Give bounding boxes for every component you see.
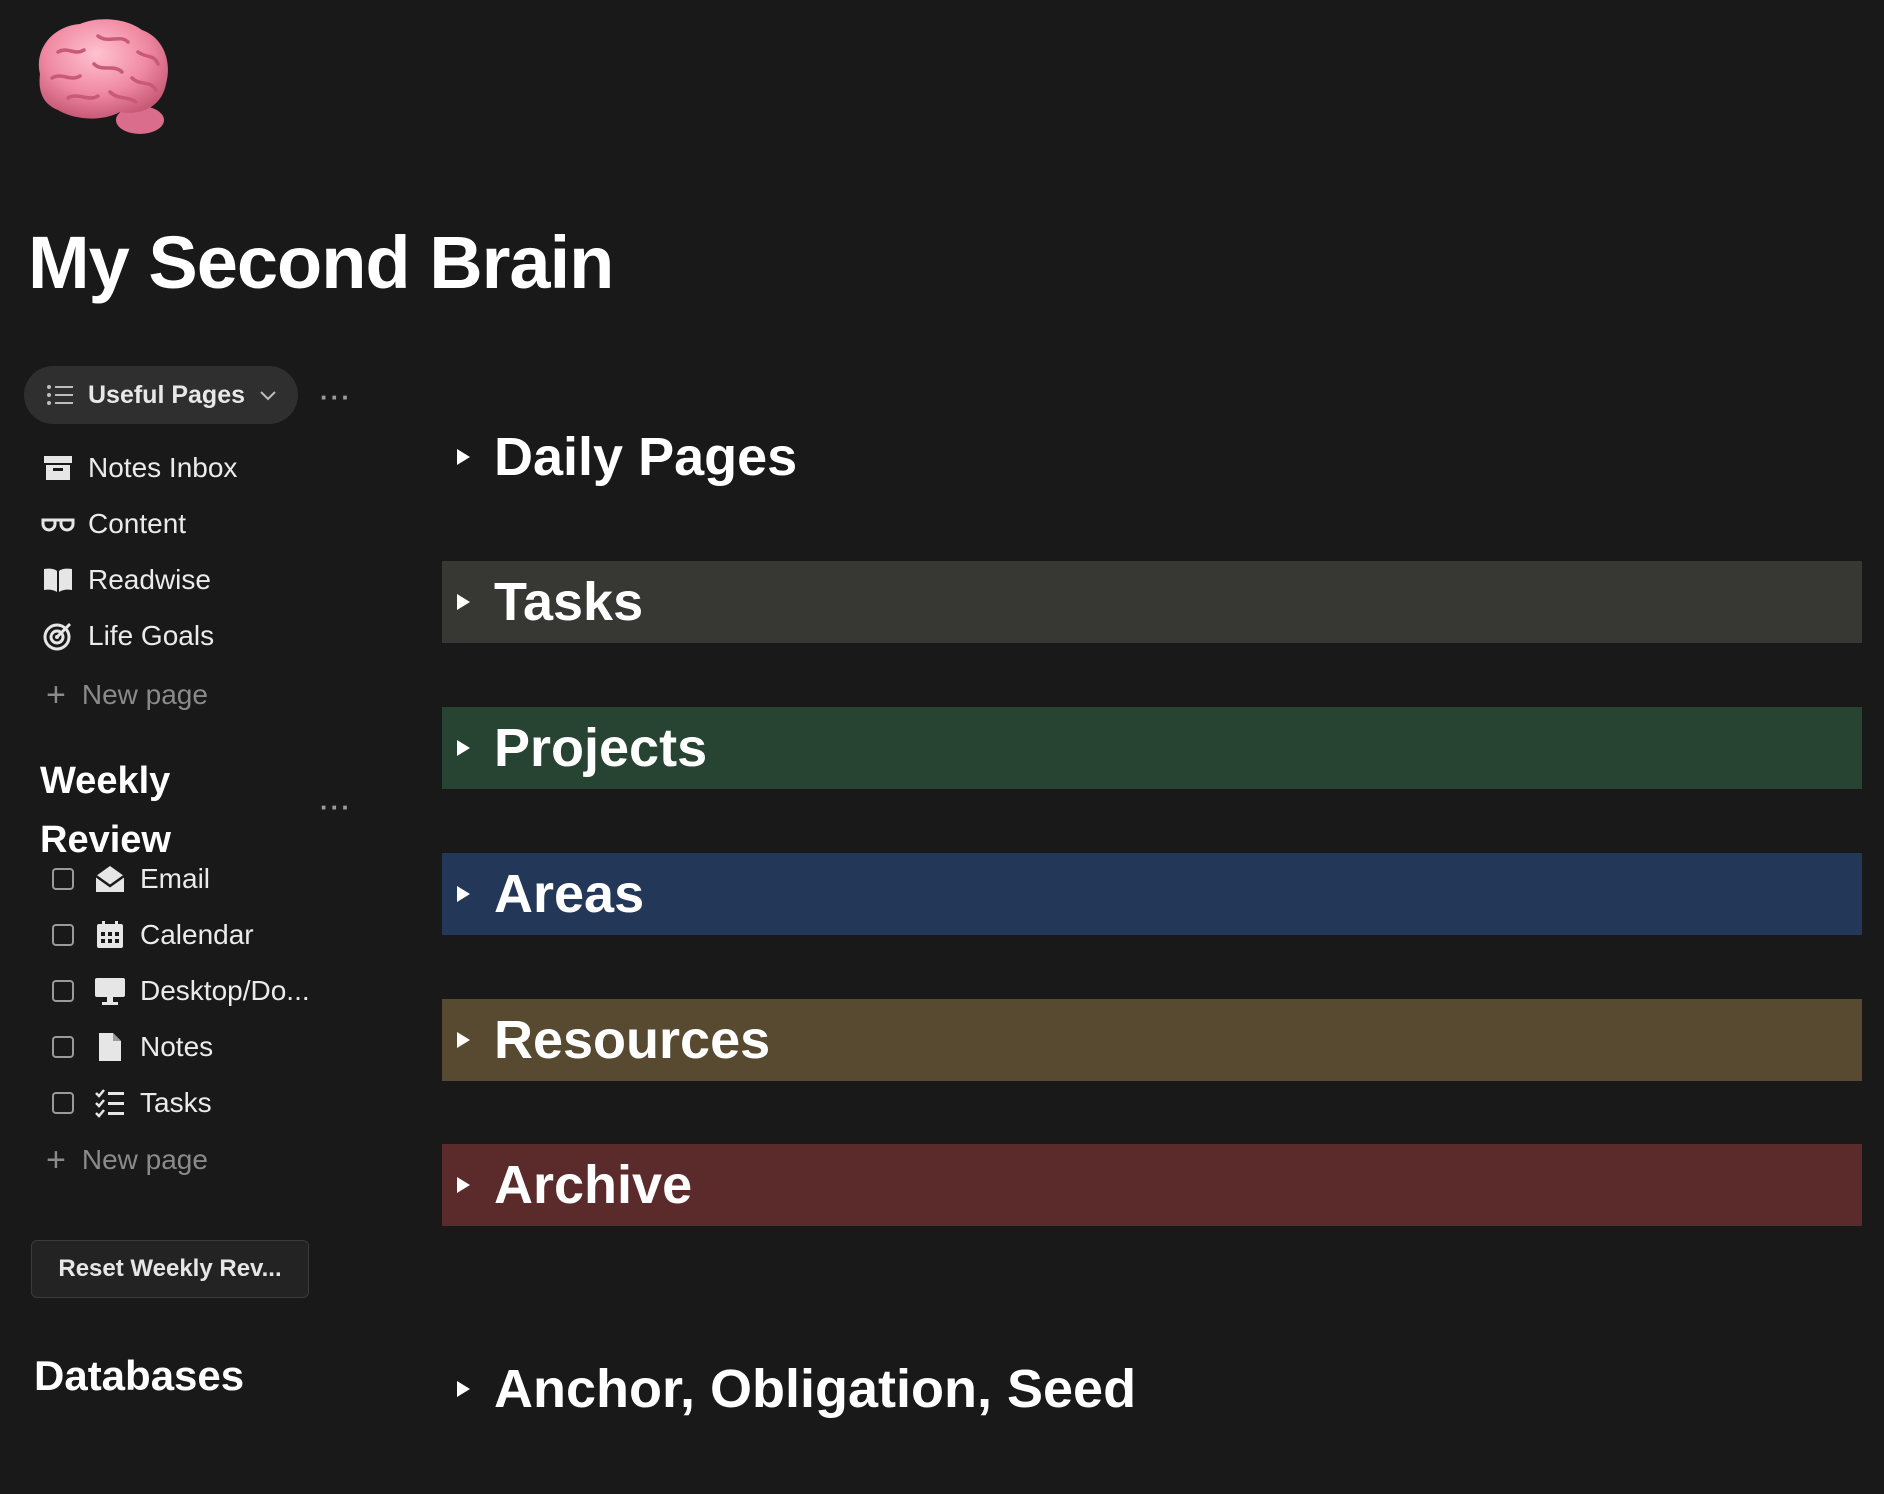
checklist-item-email[interactable]: Email bbox=[52, 851, 310, 907]
weekly-review-new-page-button[interactable]: + New page bbox=[46, 1143, 208, 1177]
toggle-anchor-obligation-seed[interactable]: Anchor, Obligation, Seed bbox=[442, 1348, 1862, 1430]
toggle-label: Resources bbox=[494, 1010, 771, 1070]
sidebar-item-label: Life Goals bbox=[88, 620, 215, 651]
new-page-label: New page bbox=[81, 679, 208, 710]
toggle-arrow-icon[interactable] bbox=[457, 1177, 470, 1193]
toggle-resources[interactable]: Resources bbox=[442, 999, 1862, 1081]
target-icon bbox=[40, 618, 76, 654]
checkbox[interactable] bbox=[52, 868, 74, 890]
checklist-item-label: Email bbox=[140, 863, 211, 894]
chevron-down-icon bbox=[260, 391, 276, 401]
toggle-label: Tasks bbox=[494, 572, 644, 632]
toggle-arrow-icon[interactable] bbox=[457, 740, 470, 756]
checklist-item-label: Calendar bbox=[140, 919, 254, 950]
useful-pages-list: Notes Inbox Content Readwise Life Goals bbox=[40, 440, 237, 664]
toggle-projects[interactable]: Projects bbox=[442, 707, 1862, 789]
toggle-arrow-icon[interactable] bbox=[457, 594, 470, 610]
brain-icon[interactable] bbox=[28, 12, 174, 136]
glasses-icon bbox=[40, 506, 76, 542]
checkbox[interactable] bbox=[52, 1036, 74, 1058]
toggle-tasks[interactable]: Tasks bbox=[442, 561, 1862, 643]
databases-heading[interactable]: Databases bbox=[34, 1352, 244, 1400]
calendar-icon bbox=[92, 917, 128, 953]
checklist-item-calendar[interactable]: Calendar bbox=[52, 907, 310, 963]
view-more-options-button[interactable]: ··· bbox=[320, 384, 352, 410]
toggle-arrow-icon[interactable] bbox=[457, 1032, 470, 1048]
plus-icon: + bbox=[46, 676, 66, 714]
checklist-item-tasks[interactable]: Tasks bbox=[52, 1075, 310, 1131]
weekly-review-checklist: Email Calendar Desktop/Do... Notes Tasks bbox=[52, 851, 310, 1131]
page-title[interactable]: My Second Brain bbox=[28, 220, 614, 305]
checkbox[interactable] bbox=[52, 924, 74, 946]
notion-page: My Second Brain Useful Pages ··· Notes I… bbox=[0, 0, 1884, 1494]
book-icon bbox=[40, 562, 76, 598]
toggle-areas[interactable]: Areas bbox=[442, 853, 1862, 935]
toggle-label: Archive bbox=[494, 1155, 693, 1215]
checkbox[interactable] bbox=[52, 1092, 74, 1114]
sidebar-item-content[interactable]: Content bbox=[40, 496, 237, 552]
new-page-button[interactable]: + New page bbox=[46, 678, 208, 712]
document-icon bbox=[92, 1029, 128, 1065]
sidebar-item-readwise[interactable]: Readwise bbox=[40, 552, 237, 608]
sidebar-item-label: Notes Inbox bbox=[88, 452, 238, 483]
checklist-item-notes[interactable]: Notes bbox=[52, 1019, 310, 1075]
view-selector-button[interactable]: Useful Pages bbox=[24, 366, 298, 424]
toggle-label: Daily Pages bbox=[494, 427, 798, 487]
envelope-icon bbox=[92, 861, 128, 897]
checklist-item-label: Tasks bbox=[140, 1087, 212, 1118]
checkbox[interactable] bbox=[52, 980, 74, 1002]
weekly-review-more-options-button[interactable]: ··· bbox=[320, 794, 352, 820]
toggle-arrow-icon[interactable] bbox=[457, 1381, 470, 1397]
new-page-label: New page bbox=[81, 1144, 208, 1175]
archive-box-icon bbox=[40, 450, 76, 486]
sidebar-item-label: Content bbox=[88, 508, 187, 539]
sidebar-item-label: Readwise bbox=[88, 564, 211, 595]
checklist-item-desktop[interactable]: Desktop/Do... bbox=[52, 963, 310, 1019]
sidebar-item-life-goals[interactable]: Life Goals bbox=[40, 608, 237, 664]
toggle-label: Anchor, Obligation, Seed bbox=[494, 1359, 1137, 1419]
sidebar-item-notes-inbox[interactable]: Notes Inbox bbox=[40, 440, 237, 496]
toggle-label: Areas bbox=[494, 864, 645, 924]
checklist-item-label: Desktop/Do... bbox=[140, 975, 310, 1006]
checklist-icon bbox=[92, 1085, 128, 1121]
checklist-item-label: Notes bbox=[140, 1031, 214, 1062]
view-selector-label: Useful Pages bbox=[88, 380, 246, 409]
toggle-label: Projects bbox=[494, 718, 708, 778]
toggle-arrow-icon[interactable] bbox=[457, 449, 470, 465]
plus-icon: + bbox=[46, 1141, 66, 1179]
desktop-icon bbox=[92, 973, 128, 1009]
toggle-archive[interactable]: Archive bbox=[442, 1144, 1862, 1226]
list-icon bbox=[47, 385, 73, 405]
toggle-daily-pages[interactable]: Daily Pages bbox=[442, 416, 1862, 498]
toggle-arrow-icon[interactable] bbox=[457, 886, 470, 902]
reset-weekly-review-button[interactable]: Reset Weekly Rev... bbox=[31, 1240, 309, 1298]
